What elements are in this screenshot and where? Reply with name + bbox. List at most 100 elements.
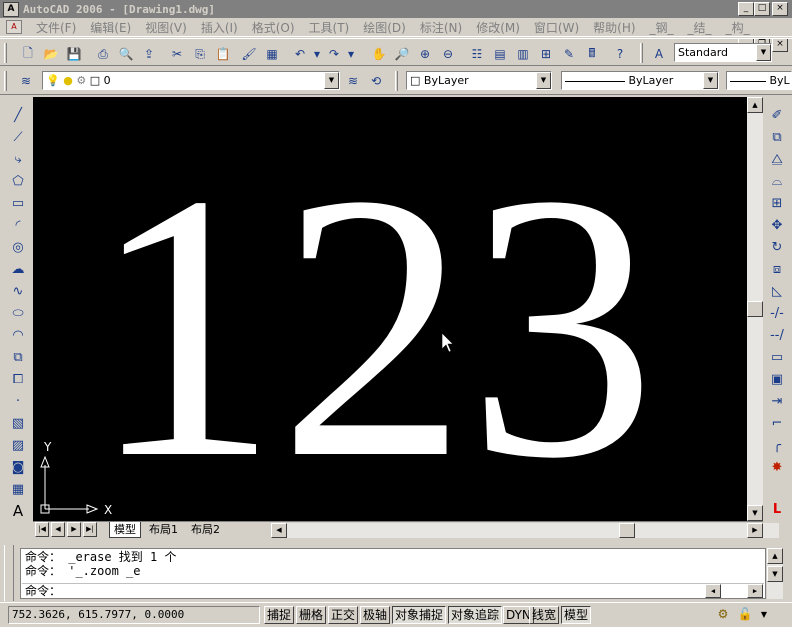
text-style-icon[interactable]: A bbox=[648, 43, 670, 65]
tab-prev-button[interactable]: ◀ bbox=[51, 522, 65, 537]
pan-icon[interactable]: ✋ bbox=[368, 43, 390, 65]
menu-help[interactable]: 帮助(H) bbox=[593, 19, 635, 36]
fillet-icon[interactable]: ╭ bbox=[767, 435, 787, 455]
chevron-down-icon[interactable]: ▼ bbox=[703, 72, 718, 89]
horizontal-scrollbar[interactable]: ◀ ▶ bbox=[271, 523, 779, 538]
layer-previous-icon[interactable]: ⟲ bbox=[365, 70, 387, 92]
lineweight-toggle[interactable]: 线宽 bbox=[529, 606, 560, 624]
help-icon[interactable]: ? bbox=[609, 43, 631, 65]
vertical-scrollbar[interactable]: ▲ ▼ bbox=[747, 97, 763, 521]
tab-model[interactable]: 模型 bbox=[109, 522, 141, 538]
polyline-icon[interactable]: ⤷ bbox=[8, 149, 28, 169]
markup-icon[interactable]: ✎ bbox=[558, 43, 580, 65]
properties-icon[interactable]: ☷ bbox=[466, 43, 488, 65]
toolbar-grip[interactable] bbox=[640, 43, 643, 63]
mirror-icon[interactable]: ⧋ bbox=[767, 149, 787, 169]
line-icon[interactable]: ╱ bbox=[8, 105, 28, 125]
make-block-icon[interactable]: ⧠ bbox=[8, 369, 28, 389]
rotate-icon[interactable]: ↻ bbox=[767, 237, 787, 257]
maximize-button[interactable]: □ bbox=[754, 2, 770, 16]
osnap-toggle[interactable]: 对象捕捉 bbox=[392, 606, 447, 624]
command-window-grip[interactable] bbox=[4, 545, 14, 601]
join-icon[interactable]: ⇥ bbox=[767, 391, 787, 411]
model-toggle[interactable]: 模型 bbox=[561, 606, 592, 624]
menu-structure[interactable]: _结_ bbox=[688, 19, 712, 36]
menu-construct[interactable]: _构_ bbox=[726, 19, 750, 36]
table-icon[interactable]: ▦ bbox=[8, 479, 28, 499]
make-object-layer-current-icon[interactable]: ≋ bbox=[342, 70, 364, 92]
multiline-text-icon[interactable]: A bbox=[8, 501, 28, 521]
scale-icon[interactable]: ⧈ bbox=[767, 259, 787, 279]
menu-modify[interactable]: 修改(M) bbox=[476, 19, 520, 36]
chevron-down-icon[interactable]: ▼ bbox=[324, 72, 339, 89]
document-icon[interactable]: A bbox=[6, 20, 22, 34]
scroll-left-button[interactable]: ◀ bbox=[271, 523, 287, 538]
redo-dropdown-icon[interactable]: ▾ bbox=[346, 43, 356, 65]
stretch-icon[interactable]: ◺ bbox=[767, 281, 787, 301]
toolbar-grip[interactable] bbox=[395, 71, 398, 91]
move-icon[interactable]: ✥ bbox=[767, 215, 787, 235]
tab-layout2[interactable]: 布局2 bbox=[187, 522, 224, 538]
design-center-icon[interactable]: ▤ bbox=[489, 43, 511, 65]
cmd-scroll-down-button[interactable]: ▼ bbox=[767, 566, 783, 582]
ortho-toggle[interactable]: 正交 bbox=[328, 606, 359, 624]
chevron-down-icon[interactable]: ▼ bbox=[756, 44, 771, 61]
status-menu-chevron-icon[interactable]: ▼ bbox=[758, 605, 770, 623]
open-icon[interactable]: 📂 bbox=[40, 43, 62, 65]
cmd-scroll-left-button[interactable]: ◀ bbox=[705, 584, 721, 598]
save-icon[interactable]: 💾 bbox=[63, 43, 85, 65]
toolbar-lock-icon[interactable]: 🔓 bbox=[736, 605, 754, 623]
explode-icon[interactable]: ✸ bbox=[767, 457, 787, 477]
communication-center-icon[interactable]: ⚙ bbox=[714, 605, 732, 623]
break-icon[interactable]: ▣ bbox=[767, 369, 787, 389]
tab-last-button[interactable]: ▶| bbox=[83, 522, 97, 537]
plot-preview-icon[interactable]: 🔍 bbox=[115, 43, 137, 65]
menu-window[interactable]: 窗口(W) bbox=[534, 19, 579, 36]
polygon-icon[interactable]: ⬠ bbox=[8, 171, 28, 191]
toolbar-grip[interactable] bbox=[4, 43, 7, 63]
match-properties-icon[interactable]: 🖌 bbox=[238, 43, 260, 65]
scroll-up-button[interactable]: ▲ bbox=[747, 97, 763, 113]
arc-icon[interactable]: ◜ bbox=[8, 215, 28, 235]
redo-icon[interactable]: ↷ bbox=[323, 43, 345, 65]
zoom-window-icon[interactable]: ⊕ bbox=[414, 43, 436, 65]
tab-layout1[interactable]: 布局1 bbox=[145, 522, 182, 538]
menu-draw[interactable]: 绘图(D) bbox=[363, 19, 406, 36]
offset-icon[interactable]: ⌓ bbox=[767, 171, 787, 191]
custom-tool-l-icon[interactable]: L bbox=[767, 499, 787, 519]
close-button[interactable]: × bbox=[772, 2, 788, 16]
menu-format[interactable]: 格式(O) bbox=[252, 19, 295, 36]
scroll-down-button[interactable]: ▼ bbox=[747, 505, 763, 521]
vertical-scroll-thumb[interactable] bbox=[747, 301, 763, 317]
otrack-toggle[interactable]: 对象追踪 bbox=[448, 606, 503, 624]
calculator-icon[interactable]: 🖩 bbox=[581, 43, 603, 65]
undo-dropdown-icon[interactable]: ▾ bbox=[312, 43, 322, 65]
polar-toggle[interactable]: 极轴 bbox=[360, 606, 391, 624]
gradient-icon[interactable]: ▨ bbox=[8, 435, 28, 455]
grid-toggle[interactable]: 栅格 bbox=[296, 606, 327, 624]
break-at-point-icon[interactable]: ▭ bbox=[767, 347, 787, 367]
cmd-scroll-right-button[interactable]: ▶ bbox=[747, 584, 763, 598]
layer-manager-icon[interactable]: ≋ bbox=[15, 70, 37, 92]
layer-select[interactable]: 💡 ● ⚙ □ 0 ▼ bbox=[42, 71, 340, 90]
publish-icon[interactable]: ⇪ bbox=[138, 43, 160, 65]
menu-edit[interactable]: 编辑(E) bbox=[90, 19, 131, 36]
spline-icon[interactable]: ∿ bbox=[8, 281, 28, 301]
cut-icon[interactable]: ✂ bbox=[166, 43, 188, 65]
menu-file[interactable]: 文件(F) bbox=[36, 19, 76, 36]
chevron-down-icon[interactable]: ▼ bbox=[536, 72, 551, 89]
menu-steel[interactable]: _钢_ bbox=[650, 19, 674, 36]
tab-next-button[interactable]: ▶ bbox=[67, 522, 81, 537]
command-input[interactable]: 命令： ◀ ▶ bbox=[22, 583, 764, 598]
circle-icon[interactable]: ◎ bbox=[8, 237, 28, 257]
menu-dimension[interactable]: 标注(N) bbox=[420, 19, 462, 36]
command-vertical-scrollbar[interactable]: ▲ ▼ bbox=[767, 548, 783, 599]
rectangle-icon[interactable]: ▭ bbox=[8, 193, 28, 213]
plot-icon[interactable]: ⎙ bbox=[92, 43, 114, 65]
ellipse-icon[interactable]: ⬭ bbox=[8, 303, 28, 323]
snap-toggle[interactable]: 捕捉 bbox=[264, 606, 295, 624]
menu-view[interactable]: 视图(V) bbox=[145, 19, 187, 36]
point-icon[interactable]: · bbox=[8, 391, 28, 411]
tab-first-button[interactable]: |◀ bbox=[35, 522, 49, 537]
erase-icon[interactable]: ✐ bbox=[767, 105, 787, 125]
